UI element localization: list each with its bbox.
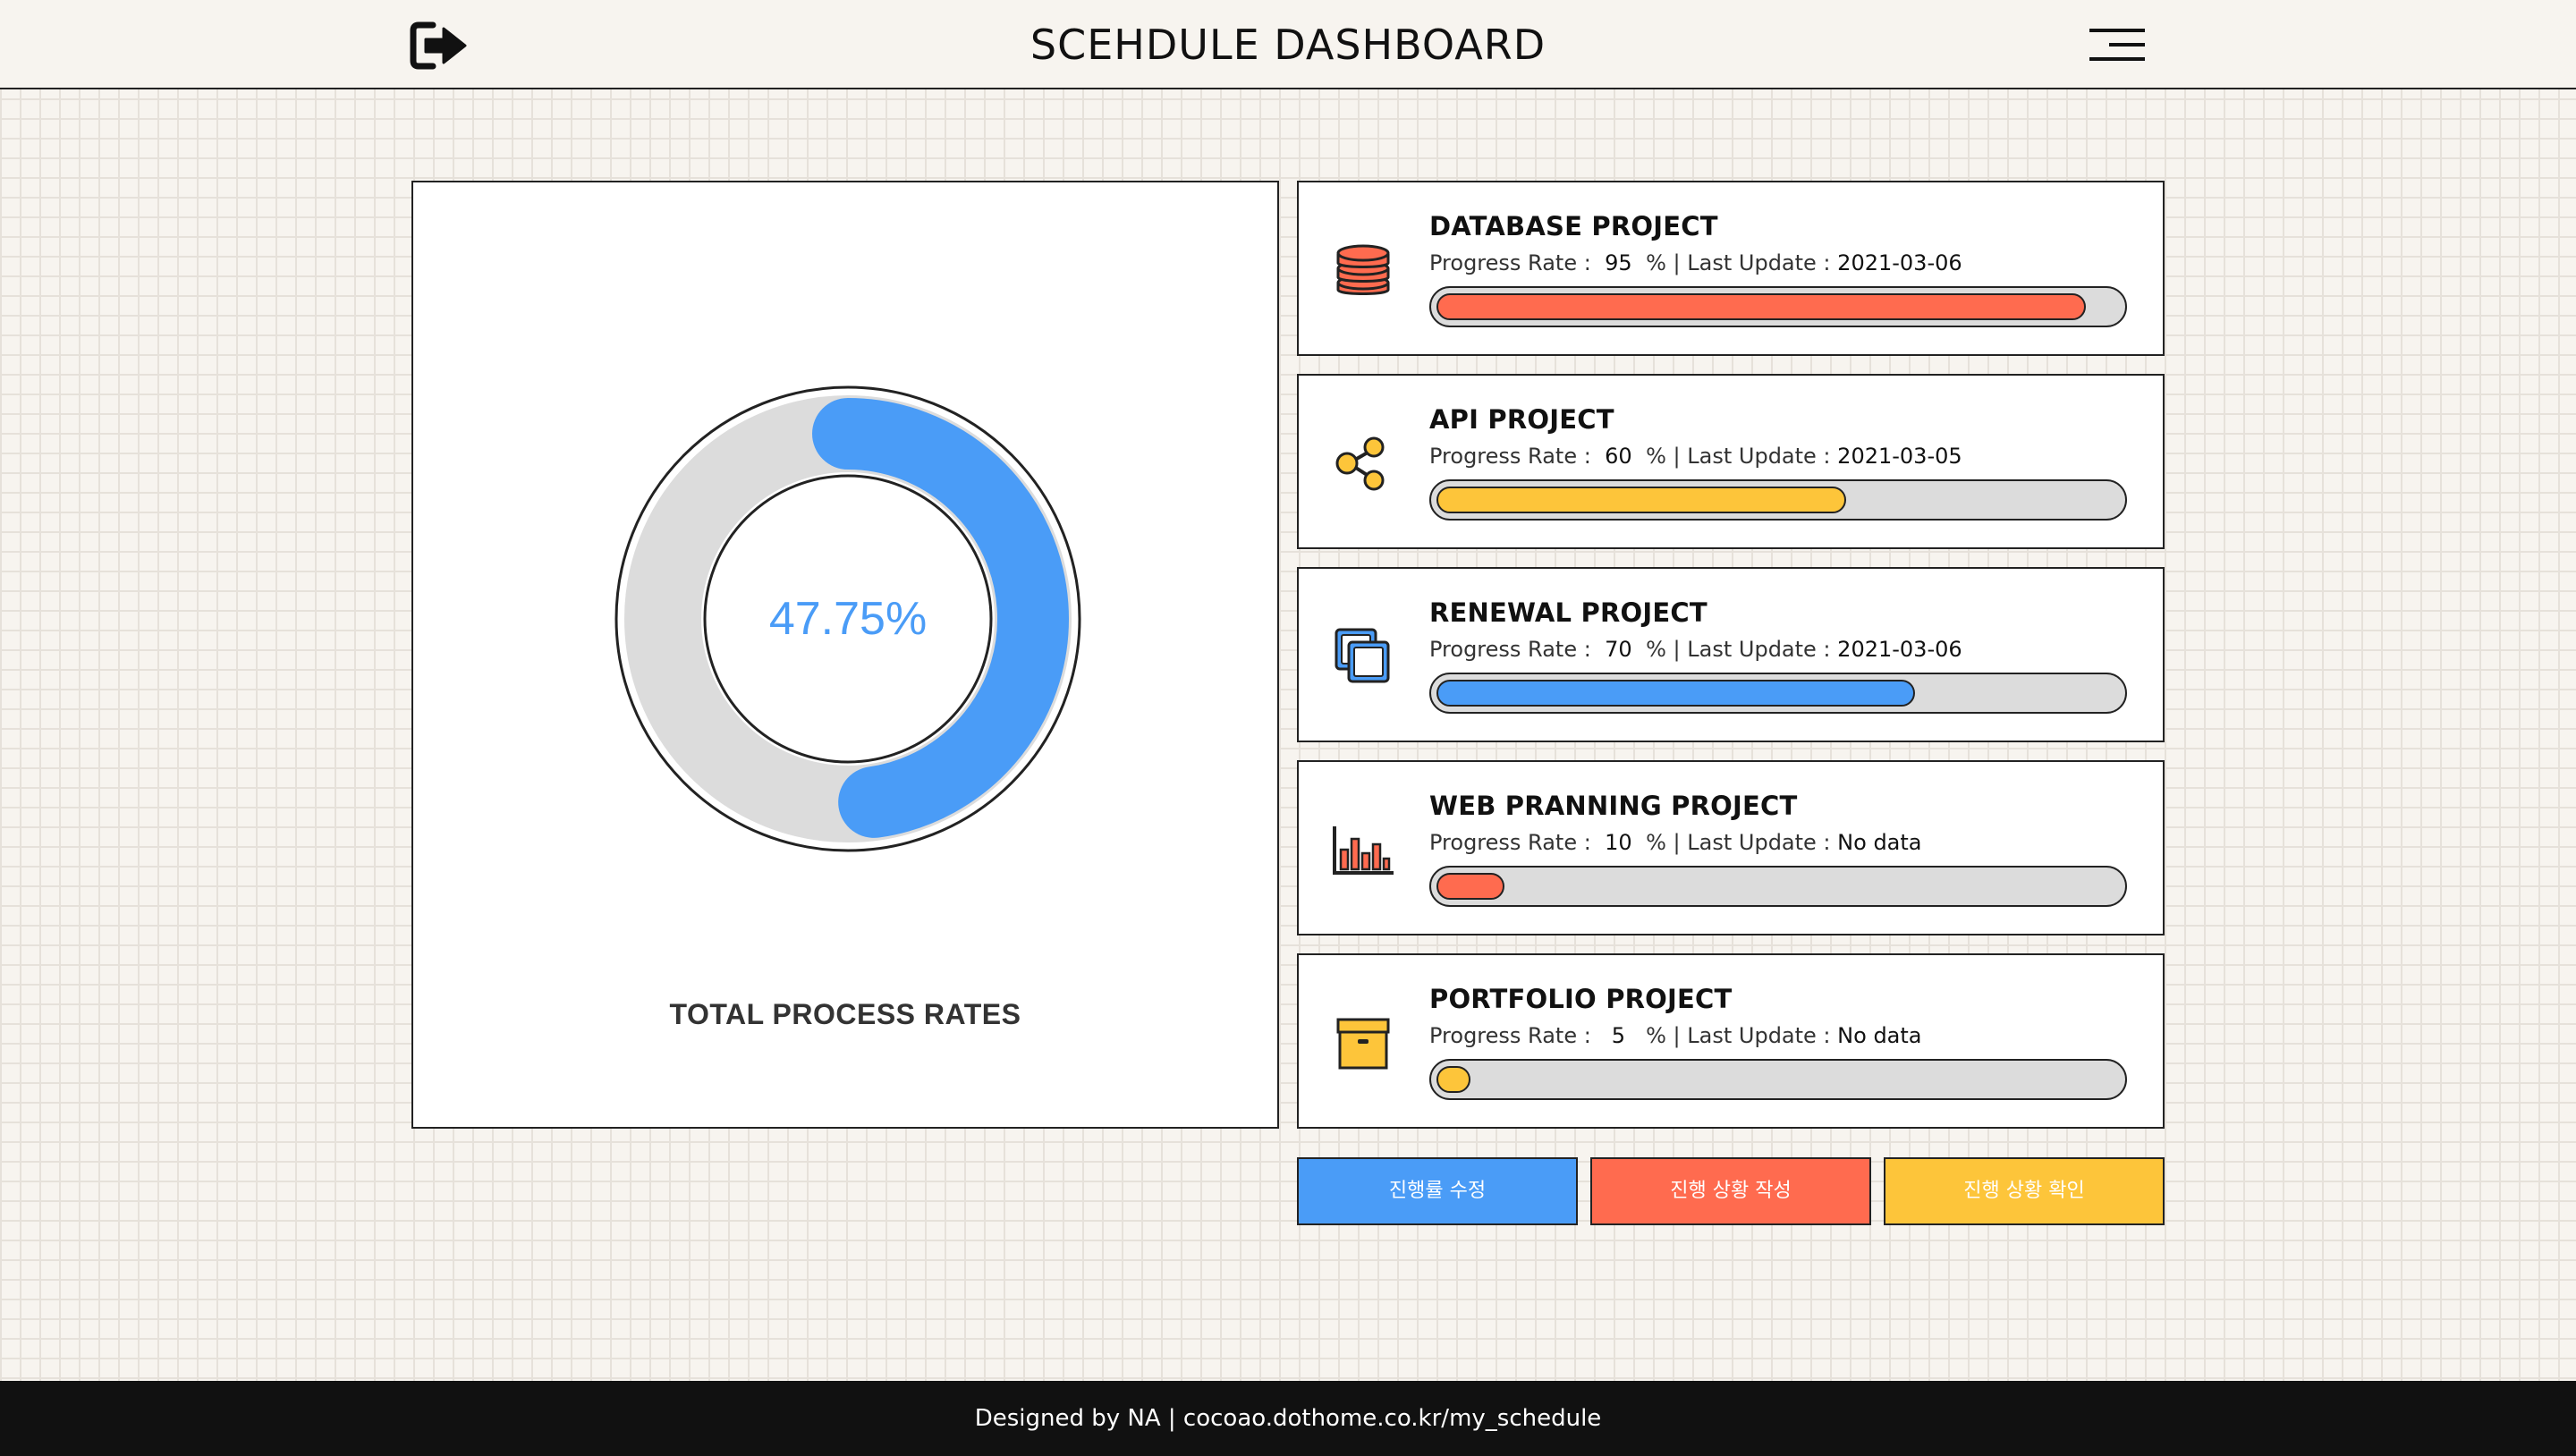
project-name: RENEWAL PROJECT	[1429, 597, 1707, 628]
project-name: API PROJECT	[1429, 404, 1614, 435]
separator: |	[1673, 1023, 1681, 1048]
rate-label: Progress Rate :	[1429, 637, 1591, 662]
progress-bar-fill	[1436, 873, 1505, 900]
rate-value: 10	[1605, 830, 1632, 855]
footer: Designed by NA | cocoao.dothome.co.kr/my…	[0, 1381, 2576, 1456]
update-label: Last Update :	[1687, 444, 1831, 469]
project-name: DATABASE PROJECT	[1429, 211, 1718, 241]
rate-label: Progress Rate :	[1429, 830, 1591, 855]
rate-label: Progress Rate :	[1429, 444, 1591, 469]
update-label: Last Update :	[1687, 830, 1831, 855]
separator: |	[1673, 830, 1681, 855]
update-label: Last Update :	[1687, 250, 1831, 275]
rate-unit: %	[1646, 1023, 1666, 1048]
project-card-database: DATABASE PROJECT Progress Rate : 95 % | …	[1297, 181, 2165, 356]
database-icon	[1336, 244, 1390, 295]
project-card-web-planning: WEB PRANNING PROJECT Progress Rate : 10 …	[1297, 760, 2165, 935]
project-meta: Progress Rate : 95 % | Last Update : 202…	[1429, 250, 1962, 275]
rate-unit: %	[1646, 444, 1666, 469]
project-meta: Progress Rate : 70 % | Last Update : 202…	[1429, 637, 1962, 662]
progress-bar-fill	[1436, 1066, 1471, 1093]
separator: |	[1673, 250, 1681, 275]
edit-progress-button[interactable]: 진행률 수정	[1297, 1157, 1578, 1225]
copy-squares-icon	[1335, 628, 1390, 683]
project-card-api: API PROJECT Progress Rate : 60 % | Last …	[1297, 374, 2165, 549]
archive-box-icon	[1336, 1018, 1390, 1070]
progress-bar	[1429, 866, 2127, 907]
progress-bar	[1429, 1059, 2127, 1100]
separator: |	[1673, 637, 1681, 662]
top-bar: SCEHDULE DASHBOARD	[0, 0, 2576, 89]
total-progress-card: 47.75% TOTAL PROCESS RATES	[411, 181, 1279, 1129]
hamburger-menu-icon[interactable]	[2089, 27, 2147, 63]
update-label: Last Update :	[1687, 637, 1831, 662]
bar-chart-icon	[1333, 826, 1394, 875]
progress-bar	[1429, 479, 2127, 521]
project-name: PORTFOLIO PROJECT	[1429, 984, 1733, 1014]
last-update: 2021-03-05	[1837, 444, 1962, 469]
rate-value: 60	[1605, 444, 1632, 469]
rate-label: Progress Rate :	[1429, 250, 1591, 275]
progress-bar-fill	[1436, 680, 1915, 707]
progress-bar	[1429, 673, 2127, 714]
rate-label: Progress Rate :	[1429, 1023, 1591, 1048]
write-status-button[interactable]: 진행 상황 작성	[1590, 1157, 1871, 1225]
project-meta: Progress Rate : 60 % | Last Update : 202…	[1429, 444, 1962, 469]
total-label: TOTAL PROCESS RATES	[669, 998, 1021, 1030]
share-nodes-icon	[1335, 436, 1385, 491]
project-meta: Progress Rate : 10 % | Last Update : No …	[1429, 830, 1922, 855]
rate-value: 5	[1611, 1023, 1626, 1048]
page-title: SCEHDULE DASHBOARD	[1030, 21, 1546, 69]
rate-value: 95	[1605, 250, 1632, 275]
rate-unit: %	[1646, 830, 1666, 855]
last-update: 2021-03-06	[1837, 637, 1962, 662]
rate-unit: %	[1646, 250, 1666, 275]
last-update: No data	[1837, 830, 1922, 855]
project-card-portfolio: PORTFOLIO PROJECT Progress Rate : 5 % | …	[1297, 953, 2165, 1129]
rate-unit: %	[1646, 637, 1666, 662]
last-update: No data	[1837, 1023, 1922, 1048]
separator: |	[1673, 444, 1681, 469]
rate-value: 70	[1605, 637, 1632, 662]
project-meta: Progress Rate : 5 % | Last Update : No d…	[1429, 1023, 1922, 1048]
progress-bar-fill	[1436, 293, 2086, 320]
progress-bar-fill	[1436, 487, 1847, 513]
project-name: WEB PRANNING PROJECT	[1429, 791, 1798, 821]
progress-bar	[1429, 286, 2127, 327]
last-update: 2021-03-06	[1837, 250, 1962, 275]
view-status-button[interactable]: 진행 상황 확인	[1884, 1157, 2165, 1225]
project-card-renewal: RENEWAL PROJECT Progress Rate : 70 % | L…	[1297, 567, 2165, 742]
update-label: Last Update :	[1687, 1023, 1831, 1048]
total-percent-value: 47.75%	[768, 593, 928, 645]
